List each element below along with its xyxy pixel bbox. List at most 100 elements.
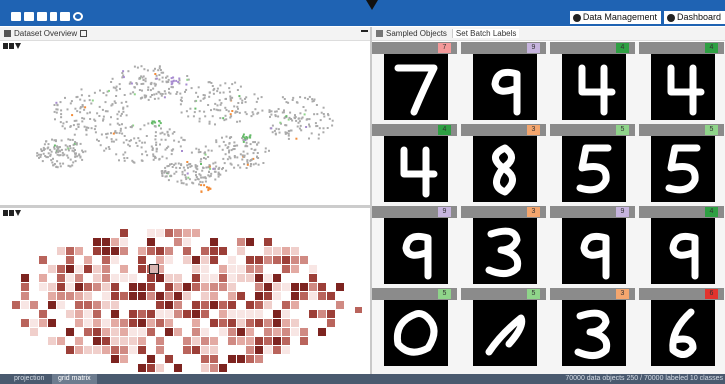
export-icon[interactable]: [60, 12, 70, 21]
matrix-cell[interactable]: [264, 292, 272, 300]
matrix-cell[interactable]: [111, 337, 119, 345]
matrix-cell[interactable]: [174, 301, 182, 309]
matrix-cell[interactable]: [255, 256, 263, 264]
sample-card[interactable]: 6: [639, 288, 724, 368]
matrix-cell[interactable]: [39, 274, 47, 282]
matrix-cell[interactable]: [174, 238, 182, 246]
sample-card[interactable]: 4: [550, 42, 635, 122]
matrix-cell[interactable]: [210, 346, 218, 354]
matrix-cell[interactable]: [138, 319, 146, 327]
sample-label-badge[interactable]: 3: [527, 125, 540, 135]
sampled-objects-tab[interactable]: Sampled Objects: [386, 29, 447, 38]
matrix-cell[interactable]: [228, 265, 236, 273]
matrix-cell[interactable]: [237, 319, 245, 327]
matrix-cell[interactable]: [120, 229, 128, 237]
save-icon[interactable]: [37, 12, 47, 21]
matrix-cell[interactable]: [192, 346, 200, 354]
matrix-cell[interactable]: [165, 229, 173, 237]
matrix-cell[interactable]: [111, 256, 119, 264]
matrix-cell[interactable]: [165, 292, 173, 300]
sample-card[interactable]: 5: [461, 288, 546, 368]
sample-card[interactable]: 7: [372, 42, 457, 122]
matrix-cell[interactable]: [93, 310, 101, 318]
matrix-cell[interactable]: [165, 256, 173, 264]
matrix-cell[interactable]: [48, 337, 56, 345]
matrix-cell[interactable]: [273, 346, 281, 354]
matrix-cell[interactable]: [201, 292, 209, 300]
matrix-cell[interactable]: [102, 265, 110, 273]
matrix-cell[interactable]: [246, 355, 254, 363]
matrix-cell[interactable]: [156, 256, 164, 264]
sample-card[interactable]: 9: [550, 206, 635, 286]
matrix-cell[interactable]: [318, 310, 326, 318]
matrix-cell[interactable]: [174, 292, 182, 300]
matrix-cell[interactable]: [201, 355, 209, 363]
matrix-cell[interactable]: [75, 274, 83, 282]
matrix-cell[interactable]: [111, 274, 119, 282]
matrix-cell[interactable]: [30, 301, 38, 309]
matrix-cell[interactable]: [138, 346, 146, 354]
matrix-cell[interactable]: [66, 328, 74, 336]
matrix-cell[interactable]: [75, 247, 83, 255]
matrix-cell[interactable]: [93, 265, 101, 273]
matrix-cell[interactable]: [102, 346, 110, 354]
matrix-cell[interactable]: [102, 274, 110, 282]
matrix-cell[interactable]: [192, 229, 200, 237]
matrix-cell[interactable]: [246, 337, 254, 345]
matrix-cell[interactable]: [273, 292, 281, 300]
matrix-cell[interactable]: [291, 328, 299, 336]
matrix-cell[interactable]: [84, 310, 92, 318]
sample-label-badge[interactable]: 5: [705, 125, 718, 135]
matrix-cell[interactable]: [255, 265, 263, 273]
matrix-cell[interactable]: [84, 328, 92, 336]
matrix-cell[interactable]: [210, 238, 218, 246]
sample-label-badge[interactable]: 4: [616, 43, 629, 53]
matrix-cell[interactable]: [57, 274, 65, 282]
matrix-cell[interactable]: [228, 319, 236, 327]
matrix-cell[interactable]: [129, 283, 137, 291]
sample-label-badge[interactable]: 5: [438, 289, 451, 299]
matrix-cell[interactable]: [66, 247, 74, 255]
matrix-cell[interactable]: [129, 292, 137, 300]
matrix-cell[interactable]: [255, 319, 263, 327]
sample-label-badge[interactable]: 3: [616, 289, 629, 299]
matrix-cell[interactable]: [183, 346, 191, 354]
matrix-cell[interactable]: [93, 301, 101, 309]
matrix-cell[interactable]: [57, 337, 65, 345]
delete-icon[interactable]: [50, 12, 57, 21]
matrix-cell[interactable]: [264, 247, 272, 255]
matrix-cell[interactable]: [201, 265, 209, 273]
matrix-cell[interactable]: [219, 265, 227, 273]
matrix-cell[interactable]: [84, 346, 92, 354]
matrix-cell[interactable]: [273, 310, 281, 318]
matrix-cell[interactable]: [309, 265, 317, 273]
matrix-cell[interactable]: [147, 229, 155, 237]
matrix-cell[interactable]: [102, 301, 110, 309]
matrix-cell[interactable]: [246, 274, 254, 282]
matrix-cell[interactable]: [210, 301, 218, 309]
matrix-cell[interactable]: [120, 337, 128, 345]
matrix-cell[interactable]: [156, 274, 164, 282]
matrix-cell[interactable]: [75, 265, 83, 273]
matrix-cell[interactable]: [156, 229, 164, 237]
matrix-cell[interactable]: [174, 364, 182, 372]
matrix-cell[interactable]: [255, 274, 263, 282]
matrix-cell[interactable]: [138, 292, 146, 300]
matrix-cell[interactable]: [174, 328, 182, 336]
sample-label-badge[interactable]: 4: [438, 125, 451, 135]
matrix-cell[interactable]: [147, 328, 155, 336]
matrix-cell[interactable]: [84, 292, 92, 300]
matrix-cell[interactable]: [84, 283, 92, 291]
matrix-cell[interactable]: [183, 337, 191, 345]
matrix-cell[interactable]: [147, 355, 155, 363]
matrix-cell[interactable]: [282, 301, 290, 309]
matrix-cell[interactable]: [355, 307, 362, 313]
matrix-cell[interactable]: [201, 274, 209, 282]
matrix-cell[interactable]: [111, 310, 119, 318]
matrix-cell[interactable]: [183, 310, 191, 318]
matrix-cell[interactable]: [111, 319, 119, 327]
open-folder-icon[interactable]: [24, 12, 34, 21]
matrix-cell[interactable]: [255, 292, 263, 300]
matrix-cell[interactable]: [201, 328, 209, 336]
matrix-cell[interactable]: [273, 337, 281, 345]
